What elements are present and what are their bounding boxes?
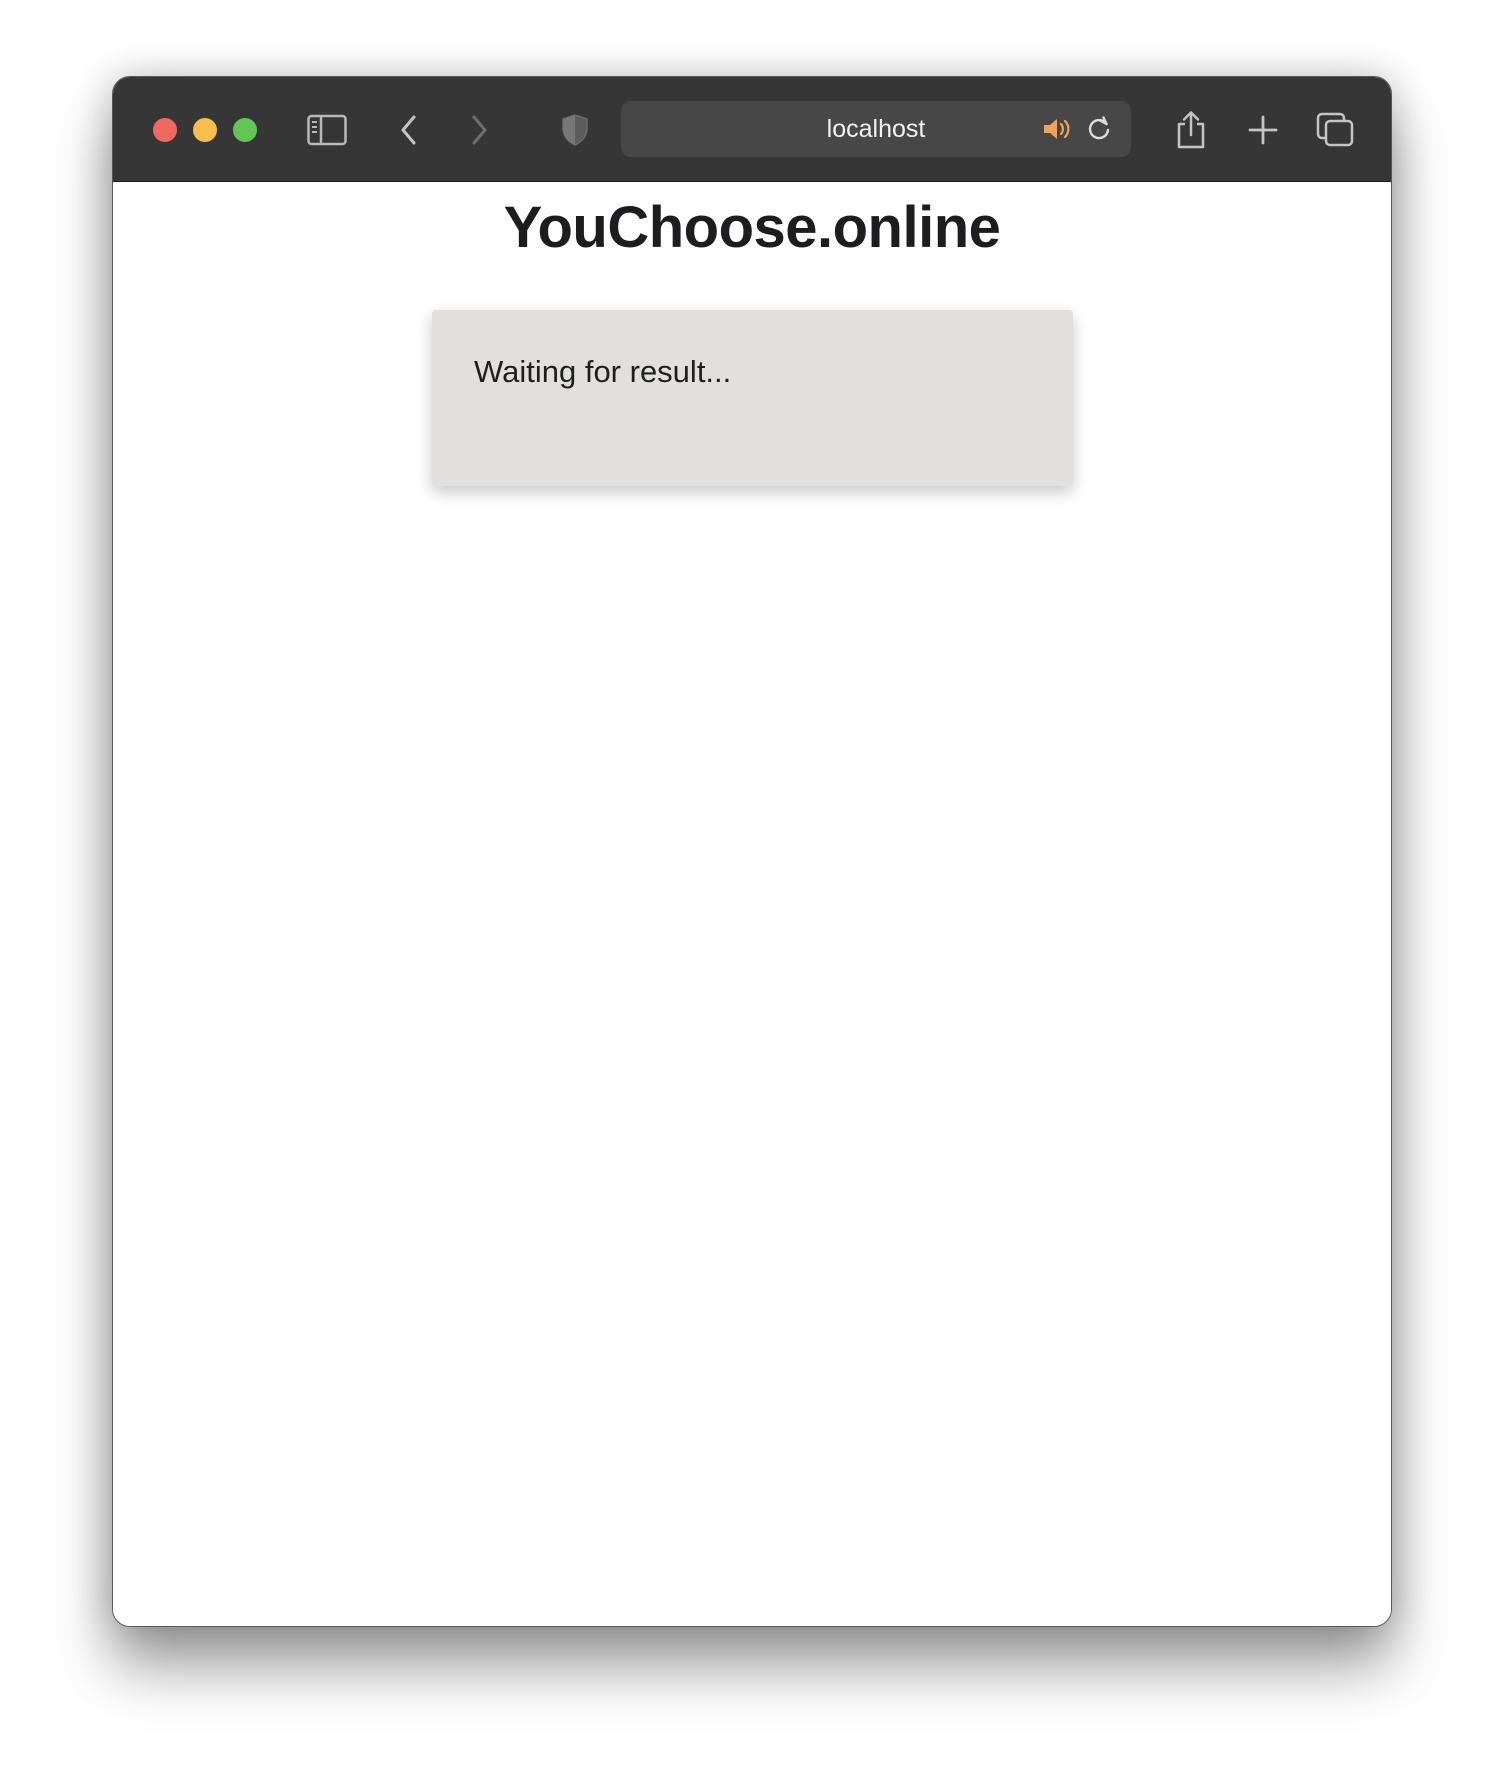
result-card: Waiting for result... bbox=[432, 310, 1073, 486]
reload-button[interactable] bbox=[1083, 113, 1115, 145]
speaker-icon bbox=[1044, 119, 1070, 139]
new-tab-button[interactable] bbox=[1243, 110, 1283, 150]
browser-window: localhost YouChoose.online Waiting for r… bbox=[112, 76, 1392, 1627]
close-window-button[interactable] bbox=[153, 118, 177, 142]
page-title: YouChoose.online bbox=[503, 195, 1001, 260]
screenshot-stage: localhost YouChoose.online Waiting for r… bbox=[0, 0, 1500, 1770]
zoom-window-button[interactable] bbox=[233, 118, 257, 142]
reload-icon bbox=[1088, 116, 1110, 140]
shield-icon bbox=[562, 114, 588, 146]
browser-toolbar: localhost bbox=[113, 77, 1391, 182]
forward-button[interactable] bbox=[459, 110, 499, 150]
share-button[interactable] bbox=[1171, 110, 1211, 150]
tabs-icon bbox=[1316, 112, 1354, 147]
minimize-window-button[interactable] bbox=[193, 118, 217, 142]
chevron-left-icon bbox=[401, 115, 416, 145]
privacy-report-button[interactable] bbox=[555, 110, 595, 150]
tab-overview-button[interactable] bbox=[1315, 110, 1355, 150]
plus-icon bbox=[1248, 115, 1278, 145]
sidebar-icon bbox=[307, 114, 347, 146]
sidebar-toggle-button[interactable] bbox=[307, 110, 347, 150]
share-icon bbox=[1177, 111, 1205, 149]
status-text: Waiting for result... bbox=[474, 354, 732, 389]
back-button[interactable] bbox=[389, 110, 429, 150]
chevron-right-icon bbox=[472, 115, 487, 145]
audio-playing-button[interactable] bbox=[1041, 113, 1075, 145]
page-content: YouChoose.online Waiting for result... bbox=[113, 182, 1391, 1626]
address-bar[interactable]: localhost bbox=[621, 101, 1131, 157]
